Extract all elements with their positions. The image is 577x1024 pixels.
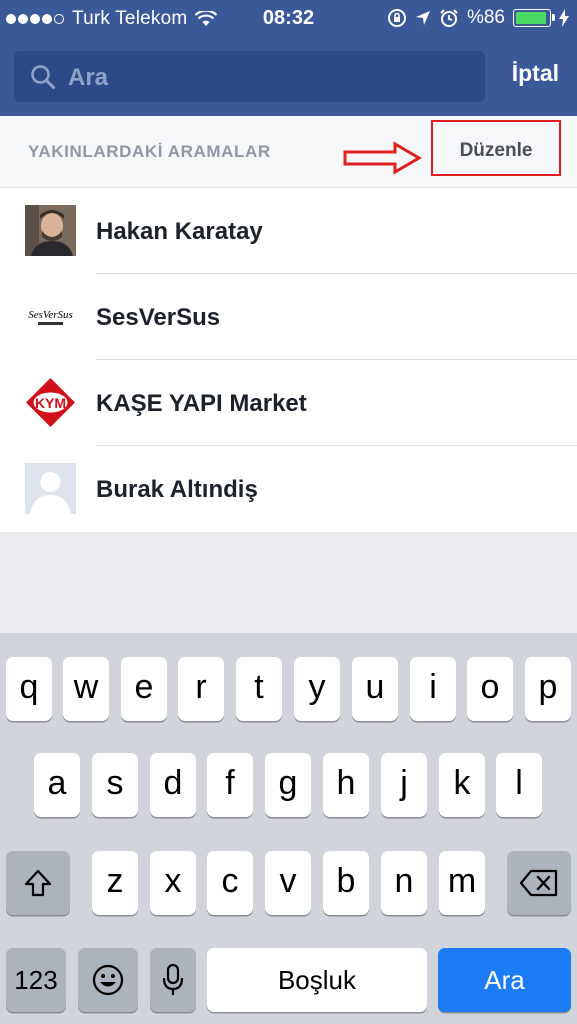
key-b[interactable]: b [323,851,369,915]
key-u[interactable]: u [352,657,398,721]
shift-key[interactable] [6,851,70,915]
key-o[interactable]: o [467,657,513,721]
rotation-lock-icon [387,9,406,27]
battery-percent: %86 [466,7,505,28]
key-r[interactable]: r [178,657,224,721]
key-c[interactable]: c [207,851,253,915]
key-e[interactable]: e [121,657,167,721]
key-q[interactable]: q [6,657,52,721]
key-x[interactable]: x [150,851,196,915]
emoji-key[interactable] [78,948,138,1012]
alarm-icon [440,9,458,27]
list-item-name: Hakan Karatay [96,218,263,245]
edit-button[interactable]: Düzenle [431,140,561,162]
emoji-icon [92,964,124,996]
list-item-name: SesVerSus [96,304,221,331]
battery-icon [513,9,555,27]
charging-icon [559,9,569,27]
profile-photo-avatar [25,205,76,256]
key-t[interactable]: t [236,657,282,721]
list-item-name: Burak Altındiş [96,476,258,503]
search-key[interactable]: Ara [438,948,571,1012]
search-icon [31,65,55,89]
key-i[interactable]: i [410,657,456,721]
status-bar: Turk Telekom 08:32 %86 [0,0,577,36]
keyboard: q w e r t y u i o p a s d f g h j k l z … [0,633,577,1024]
dictation-key[interactable] [150,948,196,1012]
header-bar: Turk Telekom 08:32 %86 Ara İptal [0,0,577,116]
key-a[interactable]: a [34,753,80,817]
brand-logo: KYM [25,377,76,428]
search-field[interactable] [14,51,485,104]
cancel-button[interactable]: İptal [512,60,559,87]
section-title: YAKINLARDAKİ ARAMALAR [28,142,271,161]
key-k[interactable]: k [439,753,485,817]
key-w[interactable]: w [63,657,109,721]
recent-searches-list: Hakan Karatay SesVerSus SesVerSus KYM KA… [0,188,577,532]
list-item[interactable]: KYM KAŞE YAPI Market [0,360,577,446]
key-f[interactable]: f [207,753,253,817]
key-n[interactable]: n [381,851,427,915]
list-item[interactable]: SesVerSus SesVerSus [0,274,577,360]
key-y[interactable]: y [294,657,340,721]
list-item-name: KAŞE YAPI Market [96,390,307,417]
list-item[interactable]: Hakan Karatay [0,188,577,274]
annotation-arrow-icon [343,141,422,175]
numbers-key[interactable]: 123 [6,948,66,1012]
microphone-icon [162,963,184,995]
search-input[interactable] [66,51,470,104]
key-m[interactable]: m [439,851,485,915]
brand-logo: SesVerSus [25,291,76,342]
key-v[interactable]: v [265,851,311,915]
key-p[interactable]: p [525,657,571,721]
backspace-icon [519,869,558,897]
svg-text:SesVerSus: SesVerSus [28,309,73,321]
key-l[interactable]: l [496,753,542,817]
shift-icon [24,869,52,897]
location-icon [415,11,430,25]
key-h[interactable]: h [323,753,369,817]
svg-text:KYM: KYM [35,395,66,411]
key-j[interactable]: j [381,753,427,817]
key-z[interactable]: z [92,851,138,915]
default-avatar [25,463,76,514]
list-item[interactable]: Burak Altındiş [0,446,577,532]
key-d[interactable]: d [150,753,196,817]
key-g[interactable]: g [265,753,311,817]
space-key[interactable]: Boşluk [207,948,427,1012]
key-s[interactable]: s [92,753,138,817]
delete-key[interactable] [507,851,571,915]
